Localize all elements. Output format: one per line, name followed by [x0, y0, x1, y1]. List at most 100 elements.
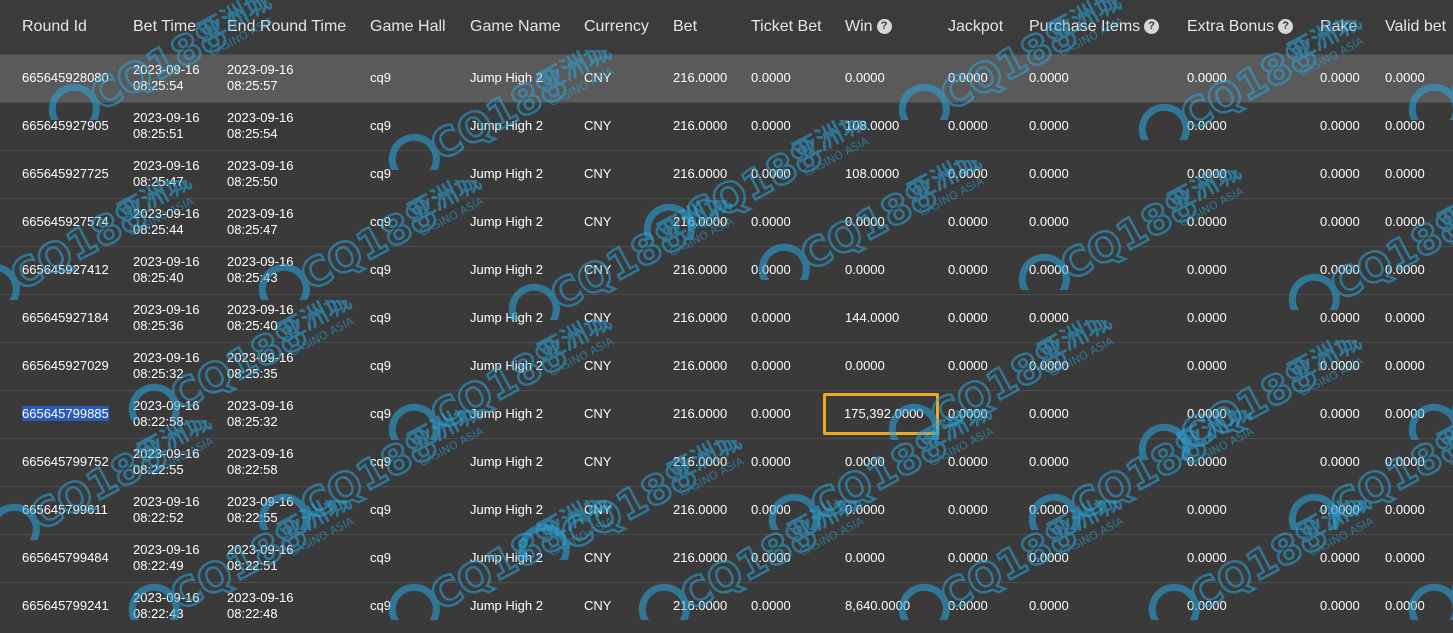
round-id[interactable]: 665645799611 — [22, 502, 108, 517]
round-id[interactable]: 665645927905 — [22, 118, 109, 133]
valid-bet-cell: 0.0000 — [1385, 486, 1453, 534]
round-id-cell[interactable]: 665645799484 — [22, 534, 133, 582]
win-value: 0.0000 — [845, 358, 885, 373]
round-id[interactable]: 665645927029 — [22, 358, 109, 373]
extra-bonus-value: 0.0000 — [1187, 118, 1227, 133]
round-id-cell[interactable]: 665645927574 — [22, 198, 133, 246]
valid-bet-cell: 0.0000 — [1385, 342, 1453, 390]
game-hall-value: cq9 — [370, 598, 391, 614]
rake-cell: 0.0000 — [1320, 390, 1385, 438]
column-header-win[interactable]: Win? — [845, 0, 948, 54]
rake-cell: 0.0000 — [1320, 582, 1385, 630]
end-round-time-cell: 2023-09-16 08:22:48 — [227, 582, 370, 630]
bet-time-cell: 2023-09-16 08:22:52 — [133, 486, 227, 534]
round-id[interactable]: 665645927184 — [22, 310, 109, 325]
purchase-items-value: 0.0000 — [1029, 454, 1069, 469]
ticket-bet-cell: 0.0000 — [751, 486, 845, 534]
win-value: 0.0000 — [845, 262, 885, 277]
round-id-cell[interactable]: 665645799241 — [22, 582, 133, 630]
rake-value: 0.0000 — [1320, 70, 1360, 85]
table-row[interactable]: 665645927574 2023-09-16 08:25:44 2023-09-16… — [0, 198, 1453, 246]
column-header-currency[interactable]: Currency — [584, 0, 673, 54]
round-id-cell[interactable]: 665645927725 — [22, 150, 133, 198]
end-clock: 08:22:55 — [227, 510, 278, 525]
column-header-game-name[interactable]: Game Name — [470, 0, 584, 54]
purchase-items-value: 0.0000 — [1029, 502, 1069, 517]
jackpot-value: 0.0000 — [948, 166, 988, 181]
column-header-ticket-bet[interactable]: Ticket Bet — [751, 0, 845, 54]
column-header-bet[interactable]: Bet — [673, 0, 751, 54]
round-id[interactable]: 665645799484 — [22, 550, 109, 565]
column-header-end-round-time[interactable]: End Round Time — [227, 0, 370, 54]
valid-bet-cell: 0.0000 — [1385, 582, 1453, 630]
round-id-cell[interactable]: 665645927412 — [22, 246, 133, 294]
currency-cell: CNY — [584, 102, 673, 150]
row-spacer — [0, 438, 22, 486]
column-header-bet-time[interactable]: Bet Time — [133, 0, 227, 54]
help-icon[interactable]: ? — [1144, 19, 1160, 35]
table-row[interactable]: 665645927725 2023-09-16 08:25:47 2023-09-16… — [0, 150, 1453, 198]
purchase-items-cell: 0.0000 — [1029, 390, 1187, 438]
ticket-bet-cell: 0.0000 — [751, 246, 845, 294]
round-id[interactable]: 665645799241 — [22, 598, 109, 613]
column-header-jackpot[interactable]: Jackpot — [948, 0, 1029, 54]
round-id-cell[interactable]: 665645799752 — [22, 438, 133, 486]
round-id[interactable]: 665645799752 — [22, 454, 109, 469]
end-date: 2023-09-16 — [227, 590, 294, 606]
help-icon[interactable]: ? — [1278, 19, 1294, 35]
end-clock: 08:25:57 — [227, 78, 278, 93]
bet-value: 216.0000 — [673, 454, 728, 469]
round-id-cell[interactable]: 665645799885 — [22, 390, 133, 438]
round-id-cell[interactable]: 665645927029 — [22, 342, 133, 390]
table-row[interactable]: 665645927184 2023-09-16 08:25:36 2023-09-16… — [0, 294, 1453, 342]
currency-value: CNY — [584, 454, 612, 469]
game-hall-cell: cq9 — [370, 150, 470, 198]
extra-bonus-value: 0.0000 — [1187, 550, 1227, 565]
bet-value: 216.0000 — [673, 214, 728, 229]
win-value: 0.0000 — [845, 454, 885, 469]
round-id-cell[interactable]: 665645927905 — [22, 102, 133, 150]
game-hall-value: cq9 — [370, 358, 391, 373]
game-name-value: Jump High 2 — [470, 598, 543, 614]
game-hall-value: cq9 — [370, 70, 391, 85]
end-clock: 08:22:48 — [227, 606, 278, 622]
table-row[interactable]: 665645799241 2023-09-16 08:22:43 2023-09-16… — [0, 582, 1453, 630]
round-id-cell[interactable]: 665645927184 — [22, 294, 133, 342]
table-row[interactable]: 665645799885 2023-09-16 08:22:58 2023-09-16… — [0, 390, 1453, 438]
column-header-game-hall[interactable]: Game Hall — [370, 0, 470, 54]
round-id-cell[interactable]: 665645928080 — [22, 54, 133, 102]
rake-cell: 0.0000 — [1320, 150, 1385, 198]
column-header-label: Game Name — [470, 17, 561, 35]
valid-bet-value: 0.0000 — [1385, 310, 1425, 325]
round-id-cell[interactable]: 665645799611 — [22, 486, 133, 534]
column-header-extra-bonus[interactable]: Extra Bonus? — [1187, 0, 1320, 54]
end-date: 2023-09-16 — [227, 62, 294, 77]
help-icon[interactable]: ? — [876, 19, 892, 35]
end-date: 2023-09-16 — [227, 302, 294, 317]
table-row[interactable]: 665645928080 2023-09-16 08:25:54 2023-09-16… — [0, 54, 1453, 102]
valid-bet-cell: 0.0000 — [1385, 390, 1453, 438]
column-header-rake[interactable]: Rake — [1320, 0, 1385, 54]
round-id[interactable]: 665645928080 — [22, 70, 109, 85]
table-row[interactable]: 665645799752 2023-09-16 08:22:55 2023-09-16… — [0, 438, 1453, 486]
round-id[interactable]: 665645799885 — [22, 406, 109, 421]
table-row[interactable]: 665645927905 2023-09-16 08:25:51 2023-09-16… — [0, 102, 1453, 150]
rake-value: 0.0000 — [1320, 118, 1360, 133]
table-row[interactable]: 665645799611 2023-09-16 08:22:52 2023-09-16… — [0, 486, 1453, 534]
ticket-bet-value: 0.0000 — [751, 550, 791, 565]
table-row[interactable]: 665645927412 2023-09-16 08:25:40 2023-09-16… — [0, 246, 1453, 294]
round-id[interactable]: 665645927725 — [22, 166, 109, 181]
column-header-purchase-items[interactable]: Purchase Items? — [1029, 0, 1187, 54]
win-cell: 0.0000 — [845, 486, 948, 534]
bet-cell: 216.0000 — [673, 486, 751, 534]
row-spacer — [0, 150, 22, 198]
column-header-round-id[interactable]: Round Id — [22, 0, 133, 54]
end-date: 2023-09-16 — [227, 254, 294, 269]
column-header-valid-bet[interactable]: Valid bet — [1385, 0, 1453, 54]
round-id[interactable]: 665645927412 — [22, 262, 109, 277]
ticket-bet-cell: 0.0000 — [751, 342, 845, 390]
table-row[interactable]: 665645799484 2023-09-16 08:22:49 2023-09-16… — [0, 534, 1453, 582]
round-id[interactable]: 665645927574 — [22, 214, 109, 229]
table-row[interactable]: 665645927029 2023-09-16 08:25:32 2023-09-16… — [0, 342, 1453, 390]
valid-bet-cell: 0.0000 — [1385, 294, 1453, 342]
